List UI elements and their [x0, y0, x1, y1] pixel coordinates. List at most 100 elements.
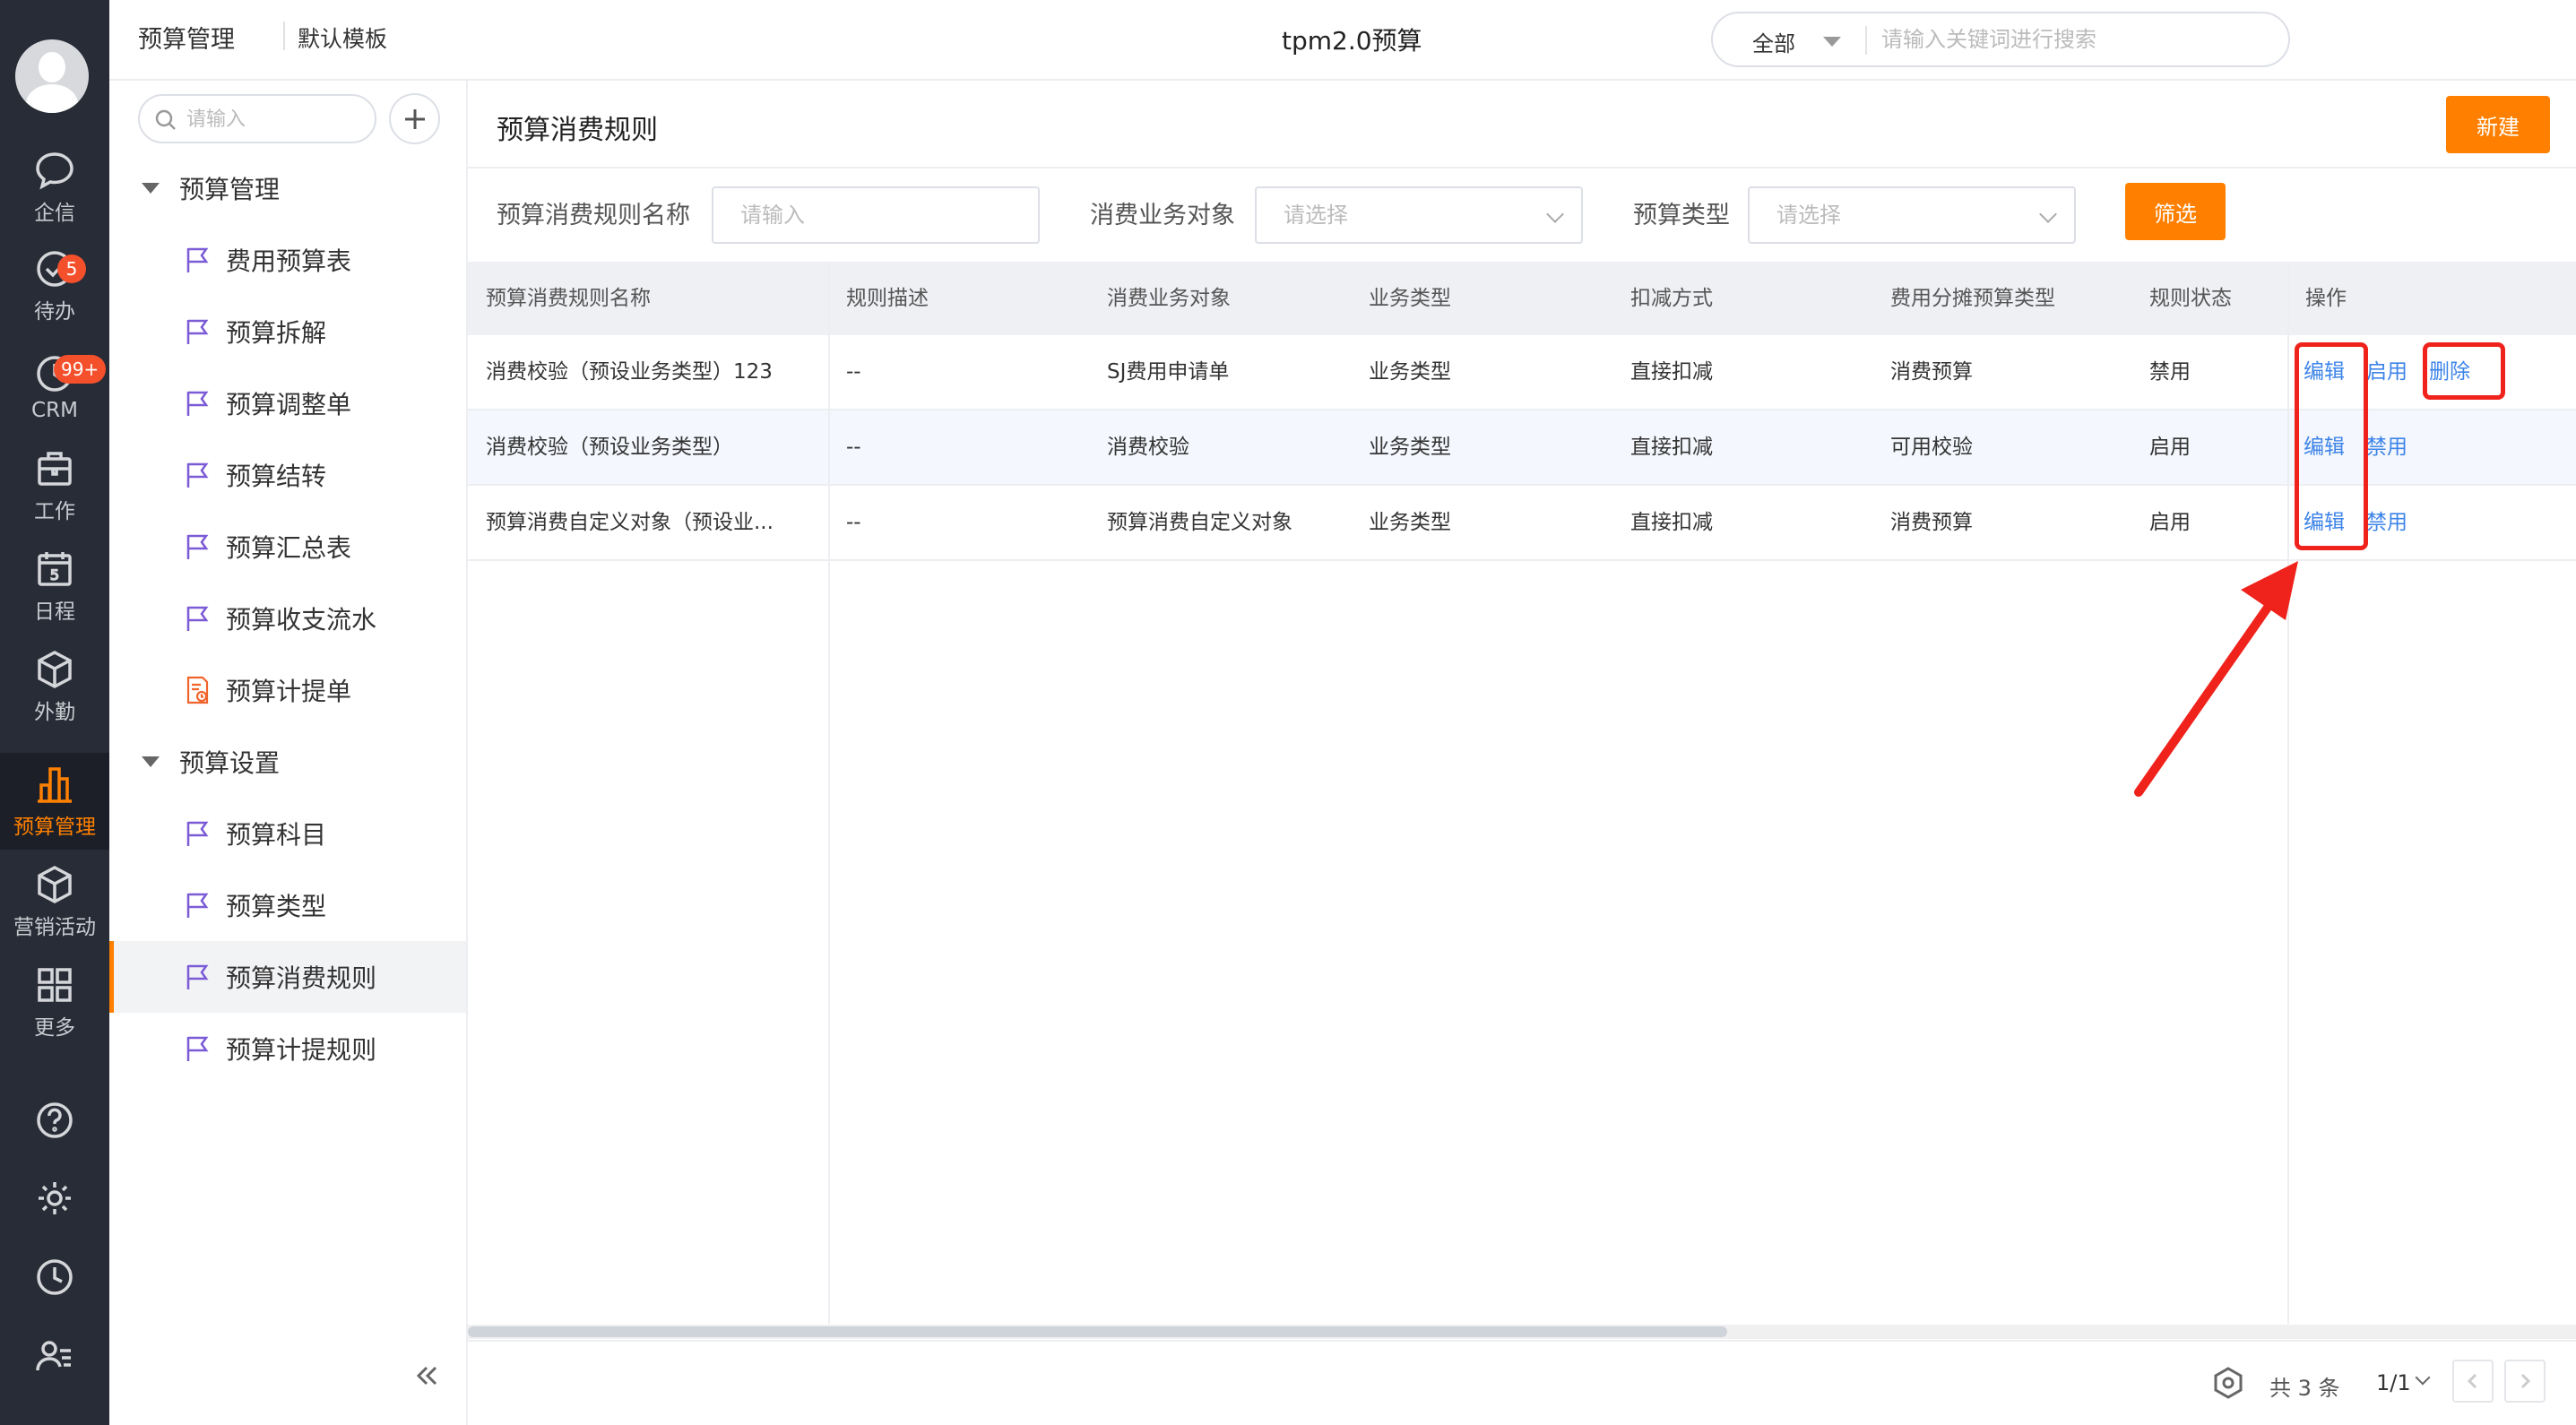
- sidebar-search-input[interactable]: [186, 103, 366, 135]
- sidebar-group-budget-settings[interactable]: 预算设置: [138, 737, 280, 787]
- new-button[interactable]: 新建: [2446, 96, 2550, 153]
- search-divider: [1865, 26, 1867, 55]
- user-avatar[interactable]: [15, 39, 89, 113]
- edit-link[interactable]: 编辑: [2304, 410, 2345, 484]
- rules-table: 预算消费规则名称 规则描述 消费业务对象 业务类型 扣减方式 费用分摊预算类型 …: [468, 262, 2576, 1324]
- edit-link[interactable]: 编辑: [2304, 486, 2345, 559]
- chevron-down-icon[interactable]: [2415, 1369, 2431, 1386]
- sidebar-group-label: 预算管理: [179, 175, 281, 204]
- chat-bubble-icon: [36, 152, 73, 190]
- sidebar-item-label: 预算计提规则: [226, 1035, 377, 1065]
- help-button[interactable]: [32, 1098, 77, 1143]
- flag-icon: [186, 606, 209, 631]
- column-header[interactable]: 规则描述: [828, 262, 1089, 335]
- column-header[interactable]: 消费业务对象: [1089, 262, 1351, 335]
- enable-link[interactable]: 启用: [2366, 335, 2407, 409]
- crm-count-badge: 99+: [54, 355, 107, 384]
- sidebar-item-label: 预算结转: [226, 462, 327, 491]
- settings-button[interactable]: [32, 1176, 77, 1221]
- sidebar-item-budget-split[interactable]: 预算拆解: [109, 296, 466, 367]
- cell-object: 预算消费自定义对象: [1107, 511, 1292, 534]
- collapse-sidebar-button[interactable]: [405, 1353, 450, 1398]
- sidebar-item-label: 预算消费规则: [226, 963, 377, 993]
- caret-down-icon[interactable]: [1823, 37, 1841, 47]
- flag-icon: [186, 319, 209, 344]
- sidebar-item-label: 预算调整单: [226, 390, 352, 419]
- sidebar-group-budget-management[interactable]: 预算管理: [138, 163, 280, 213]
- svg-text:5: 5: [50, 566, 59, 583]
- sidebar-item-accrual-rule[interactable]: 预算计提规则: [109, 1013, 466, 1084]
- filter-label-rule-name: 预算消费规则名称: [497, 202, 690, 229]
- cell-status: 启用: [2149, 511, 2191, 534]
- flag-icon: [186, 1036, 209, 1061]
- sidebar-item-consumption-rule[interactable]: 预算消费规则: [109, 941, 466, 1013]
- disable-link[interactable]: 禁用: [2366, 486, 2407, 559]
- page-select[interactable]: 1/1: [2376, 1370, 2411, 1395]
- scrollbar-thumb[interactable]: [468, 1326, 1727, 1337]
- settings-icon: [39, 1182, 71, 1214]
- rail-label: 更多: [34, 1016, 75, 1040]
- grid-icon: [38, 968, 72, 1002]
- global-search-input[interactable]: [1881, 19, 2267, 60]
- filter-button[interactable]: 筛选: [2125, 183, 2226, 240]
- rail-item-field[interactable]: 外勤: [0, 638, 109, 735]
- history-button[interactable]: [32, 1255, 77, 1300]
- chevron-right-icon: [2520, 1373, 2531, 1389]
- column-header[interactable]: 业务类型: [1351, 262, 1612, 335]
- column-divider: [828, 262, 830, 1324]
- plus-icon: [404, 108, 425, 129]
- column-header[interactable]: 费用分摊预算类型: [1872, 262, 2131, 335]
- table-row[interactable]: 预算消费自定义对象（预设业... -- 预算消费自定义对象 业务类型 直接扣减 …: [468, 486, 2576, 561]
- sidebar-item-budget-carryover[interactable]: 预算结转: [109, 439, 466, 511]
- breadcrumb-template[interactable]: 默认模板: [298, 22, 387, 54]
- history-icon: [37, 1259, 73, 1295]
- rail-item-qixin[interactable]: 企信: [0, 139, 109, 236]
- page-settings-button[interactable]: [2210, 1365, 2246, 1401]
- rail-item-budget[interactable]: 预算管理: [0, 753, 109, 850]
- object-select[interactable]: 请选择: [1255, 186, 1583, 244]
- chevron-down-icon: [2039, 205, 2057, 223]
- rail-label: 日程: [34, 600, 75, 624]
- table-row[interactable]: 消费校验（预设业务类型） -- 消费校验 业务类型 直接扣减 可用校验 启用 编…: [468, 410, 2576, 486]
- cell-description: --: [846, 436, 861, 459]
- disable-link[interactable]: 禁用: [2366, 410, 2407, 484]
- sidebar-item-budget-accrual[interactable]: 预算计提单: [109, 654, 466, 726]
- rail-item-marketing[interactable]: 营销活动: [0, 853, 109, 950]
- sidebar-item-budget-type[interactable]: 预算类型: [109, 869, 466, 941]
- cell-object: 消费校验: [1107, 436, 1189, 459]
- budget-type-select[interactable]: 请选择: [1748, 186, 2076, 244]
- add-menu-button[interactable]: [389, 93, 440, 144]
- flag-icon: [186, 893, 209, 918]
- column-header[interactable]: 预算消费规则名称: [468, 262, 828, 335]
- rail-item-crm[interactable]: CRM: [0, 339, 109, 436]
- sidebar-item-budget-subject[interactable]: 预算科目: [109, 798, 466, 869]
- sidebar-item-budget-adjust[interactable]: 预算调整单: [109, 367, 466, 439]
- sidebar-group-label: 预算设置: [179, 748, 281, 778]
- table-row[interactable]: 消费校验（预设业务类型）123 -- SJ费用申请单 业务类型 直接扣减 消费预…: [468, 335, 2576, 410]
- rail-label: CRM: [31, 399, 78, 422]
- rail-label: 待办: [34, 300, 75, 324]
- horizontal-scrollbar[interactable]: [468, 1325, 2576, 1339]
- help-icon: [37, 1102, 73, 1138]
- breadcrumb-module[interactable]: 预算管理: [138, 20, 235, 55]
- rule-name-input[interactable]: [740, 188, 1038, 242]
- rail-item-todo[interactable]: 待办: [0, 238, 109, 334]
- edit-link[interactable]: 编辑: [2304, 335, 2345, 409]
- column-header[interactable]: 扣减方式: [1612, 262, 1872, 335]
- cell-biz-type: 业务类型: [1369, 511, 1451, 534]
- briefcase-icon: [38, 452, 72, 486]
- rail-item-work[interactable]: 工作: [0, 437, 109, 534]
- sidebar-item-budget-cashflow[interactable]: 预算收支流水: [109, 583, 466, 654]
- next-page-button[interactable]: [2504, 1360, 2546, 1403]
- search-scope-select[interactable]: 全部: [1752, 26, 1795, 57]
- rail-item-schedule[interactable]: 5 日程: [0, 538, 109, 635]
- contacts-button[interactable]: [32, 1334, 77, 1378]
- sidebar-item-budget-summary[interactable]: 预算汇总表: [109, 511, 466, 583]
- column-header[interactable]: 规则状态: [2131, 262, 2287, 335]
- prev-page-button[interactable]: [2452, 1360, 2494, 1403]
- cell-rule-name: 消费校验（预设业务类型）: [486, 436, 733, 459]
- delete-link[interactable]: 删除: [2429, 335, 2470, 409]
- rail-item-more[interactable]: 更多: [0, 954, 109, 1050]
- sidebar-item-expense-budget[interactable]: 费用预算表: [109, 224, 466, 296]
- flag-icon: [186, 462, 209, 488]
